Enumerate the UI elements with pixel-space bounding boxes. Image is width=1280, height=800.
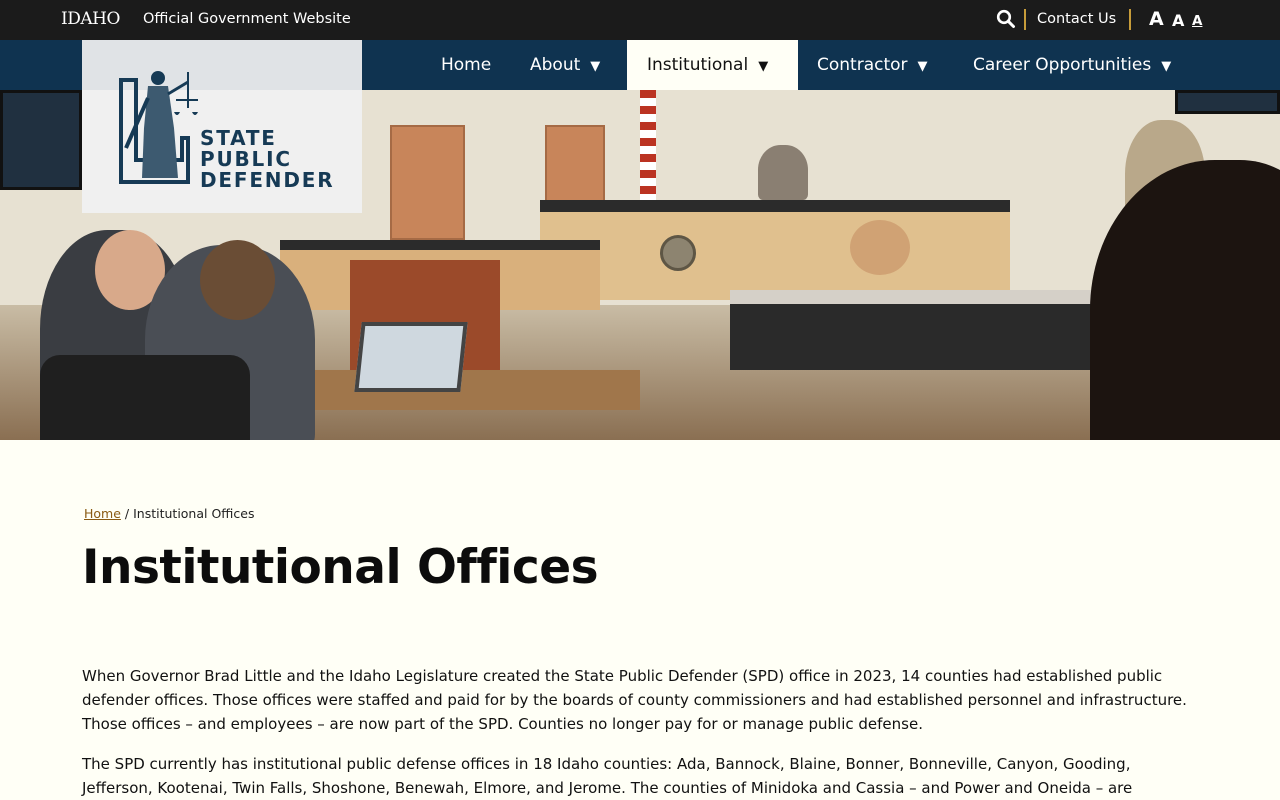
caret-down-icon: ▼ — [758, 59, 769, 74]
caret-down-icon: ▼ — [917, 59, 928, 74]
breadcrumb: Home / Institutional Offices — [84, 506, 254, 521]
nav-item-label: Contractor — [817, 55, 908, 75]
us-flag — [640, 90, 656, 210]
tv-screen — [0, 90, 82, 190]
nav-item-contractor[interactable]: Contractor ▼ — [817, 40, 928, 90]
logo-line: PUBLIC — [200, 147, 292, 171]
door — [390, 125, 465, 240]
font-size-large-button[interactable]: A — [1149, 8, 1164, 30]
utility-bar: IDAHO Official Government Website Contac… — [0, 0, 1280, 40]
logo-line: DEFENDER — [200, 168, 335, 192]
counsel-table — [300, 370, 640, 410]
laptop — [354, 322, 468, 392]
nav-item-label: Career Opportunities — [973, 55, 1152, 75]
nav-item-home[interactable]: Home — [441, 40, 491, 90]
lady-justice-icon — [119, 71, 198, 184]
divider — [1129, 9, 1131, 30]
breadcrumb-separator: / — [120, 506, 134, 521]
caret-down-icon: ▼ — [1161, 59, 1172, 74]
logo-text: STATE PUBLIC DEFENDER — [200, 128, 334, 191]
chair — [40, 355, 250, 440]
contact-us-link[interactable]: Contact Us — [1037, 11, 1116, 27]
jury-rail — [730, 290, 1150, 370]
breadcrumb-home-link[interactable]: Home — [84, 506, 121, 521]
breadcrumb-current: Institutional Offices — [133, 506, 255, 521]
person — [758, 145, 808, 200]
tv-screen — [1175, 90, 1280, 114]
judge-bench — [540, 200, 1010, 300]
official-website-label: Official Government Website — [143, 11, 351, 27]
person — [200, 240, 275, 320]
person — [850, 220, 910, 275]
page-title: Institutional Offices — [82, 540, 599, 595]
nav-item-career-opportunities[interactable]: Career Opportunities ▼ — [973, 40, 1171, 90]
font-size-medium-button[interactable]: A — [1172, 11, 1184, 30]
nav-item-label: Institutional — [647, 55, 749, 75]
font-size-small-button[interactable]: A — [1192, 13, 1202, 29]
nav-item-about[interactable]: About ▼ — [530, 40, 600, 90]
logo-line: STATE — [200, 126, 277, 150]
idaho-logo[interactable]: IDAHO — [61, 9, 120, 29]
intro-paragraph: When Governor Brad Little and the Idaho … — [82, 667, 1187, 733]
nav-item-institutional[interactable]: Institutional ▼ — [627, 40, 798, 90]
site-logo[interactable]: STATE PUBLIC DEFENDER — [82, 40, 362, 213]
nav-item-label: About — [530, 55, 581, 75]
nav-item-label: Home — [441, 55, 492, 75]
caret-down-icon: ▼ — [590, 59, 601, 74]
divider — [1024, 9, 1026, 30]
court-seal — [660, 235, 696, 271]
search-icon[interactable] — [996, 9, 1018, 29]
counties-paragraph: The SPD currently has institutional publ… — [82, 755, 1133, 797]
